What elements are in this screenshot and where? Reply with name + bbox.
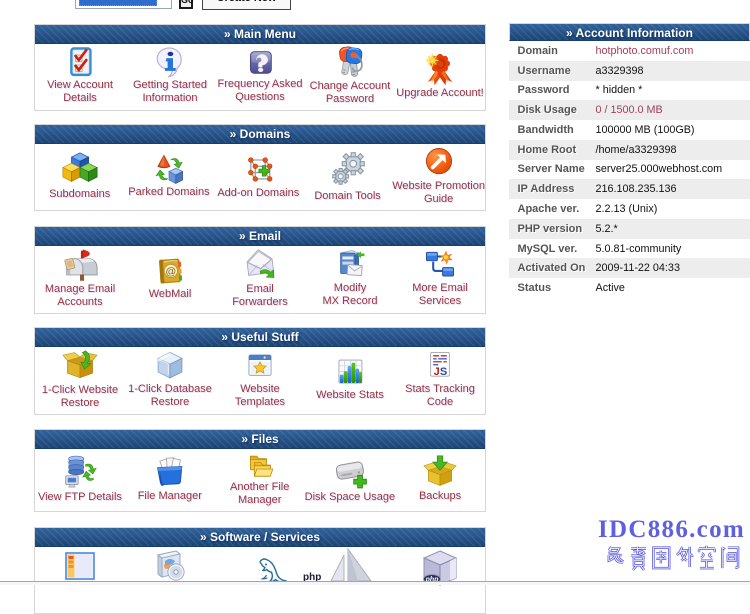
svg-text:@: @ bbox=[165, 265, 176, 278]
svg-text:JS: JS bbox=[434, 365, 448, 377]
